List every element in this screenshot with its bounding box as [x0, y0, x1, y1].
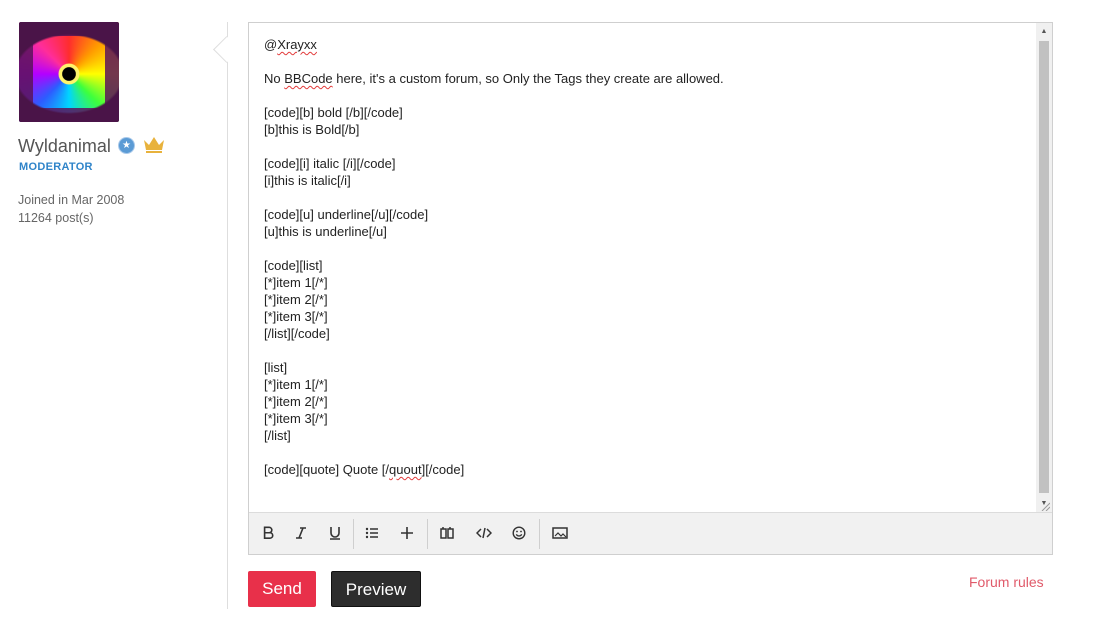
verified-star-icon: ★: [118, 137, 135, 154]
editor-line: @Xrayxx: [264, 37, 317, 52]
editor-line: [code][quote] Quote [/quout][/code]: [264, 462, 465, 477]
speech-pointer: [213, 36, 240, 63]
image-icon[interactable]: [549, 522, 571, 544]
editor-line: [/list][/code]: [264, 326, 330, 341]
message-editor[interactable]: @Xrayxx No BBCode here, it's a custom for…: [248, 22, 1053, 555]
add-icon[interactable]: [396, 522, 418, 544]
user-role: MODERATOR: [19, 161, 93, 173]
editor-line: [*]item 2[/*]: [264, 394, 328, 409]
avatar[interactable]: [19, 22, 119, 122]
editor-toolbar: [249, 512, 1052, 554]
editor-line: [/list]: [264, 428, 291, 443]
editor-line: [code][list]: [264, 258, 323, 273]
quote-icon[interactable]: [436, 522, 458, 544]
code-icon[interactable]: [473, 522, 495, 544]
editor-line: [*]item 1[/*]: [264, 275, 328, 290]
send-button[interactable]: Send: [248, 571, 316, 607]
editor-line: [code][u] underline[/u][/code]: [264, 207, 429, 222]
bulleted-list-icon[interactable]: [361, 522, 383, 544]
username[interactable]: Wyldanimal: [18, 136, 111, 157]
column-divider: [227, 22, 228, 609]
editor-line: [*]item 3[/*]: [264, 309, 328, 324]
scroll-up-arrow-icon[interactable]: ▲: [1036, 25, 1052, 39]
editor-line: [u]this is underline[/u]: [264, 224, 387, 239]
bold-icon[interactable]: [257, 522, 279, 544]
joined-date: Joined in Mar 2008: [18, 193, 125, 207]
underline-icon[interactable]: [324, 522, 346, 544]
italic-icon[interactable]: [290, 522, 312, 544]
forum-rules-link[interactable]: Forum rules: [969, 574, 1044, 590]
editor-line: No BBCode here, it's a custom forum, so …: [264, 71, 724, 86]
post-count: 11264 post(s): [18, 211, 94, 225]
resize-grip-icon[interactable]: [1040, 501, 1050, 511]
editor-line: [code][i] italic [/i][/code]: [264, 156, 396, 171]
editor-line: [b]this is Bold[/b]: [264, 122, 360, 137]
editor-line: [list]: [264, 360, 288, 375]
editor-line: [code][b] bold [/b][/code]: [264, 105, 403, 120]
scrollbar[interactable]: ▲ ▼: [1036, 23, 1052, 513]
preview-button[interactable]: Preview: [331, 571, 421, 607]
spellcheck-word: quout: [389, 462, 422, 477]
editor-line: [*]item 3[/*]: [264, 411, 328, 426]
scroll-thumb[interactable]: [1039, 41, 1049, 493]
spellcheck-word: Xrayxx: [277, 37, 317, 52]
spellcheck-word: BBCode: [284, 71, 333, 86]
editor-line: [*]item 1[/*]: [264, 377, 328, 392]
message-textarea[interactable]: @Xrayxx No BBCode here, it's a custom for…: [249, 23, 1036, 513]
editor-line: [i]this is italic[/i]: [264, 173, 351, 188]
editor-line: [*]item 2[/*]: [264, 292, 328, 307]
emoji-icon[interactable]: [508, 522, 530, 544]
crown-icon: [144, 137, 164, 153]
